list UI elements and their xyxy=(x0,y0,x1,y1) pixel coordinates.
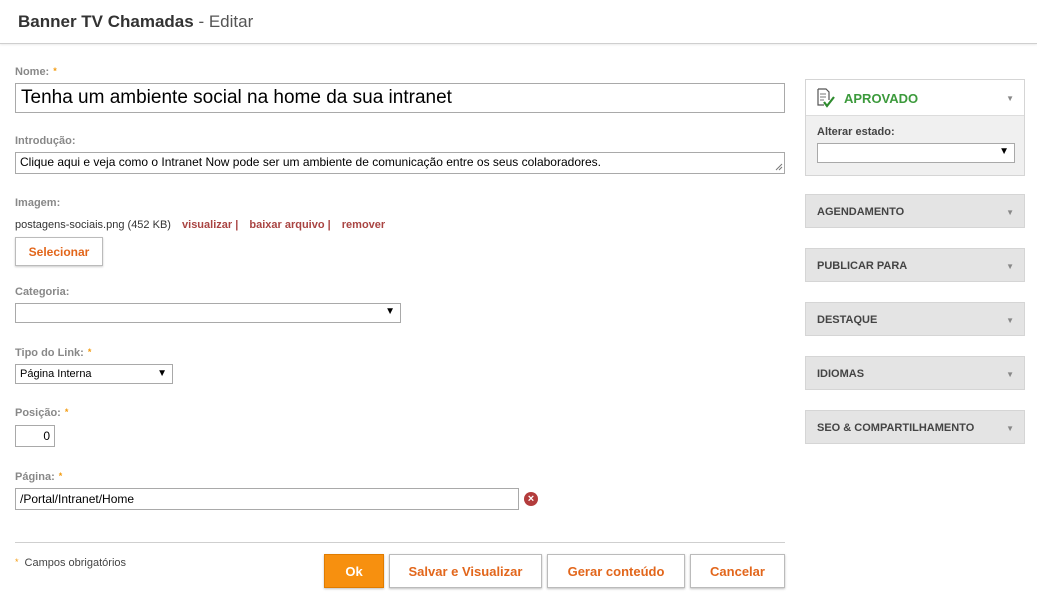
link-type-label-text: Tipo do Link: xyxy=(15,347,84,359)
panel-languages[interactable]: IDIOMAS ▼ xyxy=(805,356,1025,390)
panel-label: SEO & COMPARTILHAMENTO xyxy=(817,422,975,434)
chevron-down-icon: ▼ xyxy=(1006,94,1014,103)
chevron-down-icon: ▼ xyxy=(1006,370,1014,379)
cancel-button[interactable]: Cancelar xyxy=(690,554,785,588)
clear-icon[interactable]: × xyxy=(524,492,538,506)
panel-label: AGENDAMENTO xyxy=(817,206,905,218)
status-text: APROVADO xyxy=(844,91,919,106)
page-title-separator: - xyxy=(193,12,209,31)
page-title-main: Banner TV Chamadas xyxy=(18,12,194,31)
top-bar: Banner TV Chamadas - Editar xyxy=(0,0,1037,44)
image-file-row: postagens-sociais.png (452 KB) visualiza… xyxy=(15,219,385,231)
required-marker: * xyxy=(58,471,63,481)
required-marker: * xyxy=(15,557,19,567)
intro-textarea[interactable]: Clique aqui e veja como o Intranet Now p… xyxy=(15,152,785,174)
save-and-view-button[interactable]: Salvar e Visualizar xyxy=(389,554,542,588)
status-header[interactable]: APROVADO ▼ xyxy=(806,80,1024,116)
required-marker: * xyxy=(64,407,69,417)
change-state-select[interactable]: ▼ xyxy=(817,143,1015,163)
image-label: Imagem: xyxy=(15,197,61,209)
link-type-select[interactable]: Página Interna ▼ xyxy=(15,364,173,384)
chevron-down-icon: ▼ xyxy=(1006,262,1014,271)
form-divider xyxy=(15,542,785,543)
select-image-button[interactable]: Selecionar xyxy=(15,237,103,266)
ok-button[interactable]: Ok xyxy=(324,554,384,588)
panel-publish-to[interactable]: PUBLICAR PARA ▼ xyxy=(805,248,1025,282)
name-label-text: Nome: xyxy=(15,66,50,78)
category-label: Categoria: xyxy=(15,286,70,298)
link-type-value: Página Interna xyxy=(20,368,92,380)
position-label-text: Posição: xyxy=(15,407,61,419)
chevron-down-icon: ▼ xyxy=(1006,424,1014,433)
generate-content-button[interactable]: Gerar conteúdo xyxy=(547,554,685,588)
chevron-down-icon: ▼ xyxy=(1006,316,1014,325)
required-marker: * xyxy=(87,347,92,357)
category-select[interactable]: ▼ xyxy=(15,303,401,323)
dropdown-arrow-icon: ▼ xyxy=(157,368,167,379)
panel-label: DESTAQUE xyxy=(817,314,878,326)
image-file-size: (452 KB) xyxy=(127,219,171,231)
page-label: Página: * xyxy=(15,471,62,483)
resize-grip-icon[interactable] xyxy=(774,162,783,171)
panel-label: PUBLICAR PARA xyxy=(817,260,908,272)
panel-scheduling[interactable]: AGENDAMENTO ▼ xyxy=(805,194,1025,228)
name-label: Nome: * xyxy=(15,66,57,78)
link-separator: | xyxy=(235,219,239,231)
position-label: Posição: * xyxy=(15,407,68,419)
link-separator: | xyxy=(327,219,331,231)
required-fields-note-text: Campos obrigatórios xyxy=(24,557,127,569)
intro-label: Introdução: xyxy=(15,135,76,147)
view-image-link[interactable]: visualizar xyxy=(182,219,232,231)
image-file-name: postagens-sociais.png xyxy=(15,219,125,231)
status-panel: APROVADO ▼ Alterar estado: ▼ xyxy=(805,79,1025,176)
download-file-link[interactable]: baixar arquivo xyxy=(249,219,324,231)
dropdown-arrow-icon: ▼ xyxy=(385,306,395,317)
remove-image-link[interactable]: remover xyxy=(342,219,385,231)
required-fields-note: * Campos obrigatórios xyxy=(15,557,126,569)
change-state-label: Alterar estado: xyxy=(817,126,895,138)
name-input[interactable] xyxy=(15,83,785,113)
panel-seo-sharing[interactable]: SEO & COMPARTILHAMENTO ▼ xyxy=(805,410,1025,444)
required-marker: * xyxy=(53,66,57,76)
chevron-down-icon: ▼ xyxy=(1006,208,1014,217)
position-input[interactable] xyxy=(15,425,55,447)
page-input[interactable] xyxy=(15,488,519,510)
panel-label: IDIOMAS xyxy=(817,368,865,380)
panel-highlight[interactable]: DESTAQUE ▼ xyxy=(805,302,1025,336)
page-label-text: Página: xyxy=(15,471,55,483)
page-title: Banner TV Chamadas - Editar xyxy=(18,12,253,32)
link-type-label: Tipo do Link: * xyxy=(15,347,91,359)
dropdown-arrow-icon: ▼ xyxy=(999,146,1009,157)
document-check-icon xyxy=(817,88,835,108)
page-title-action: Editar xyxy=(208,12,254,31)
